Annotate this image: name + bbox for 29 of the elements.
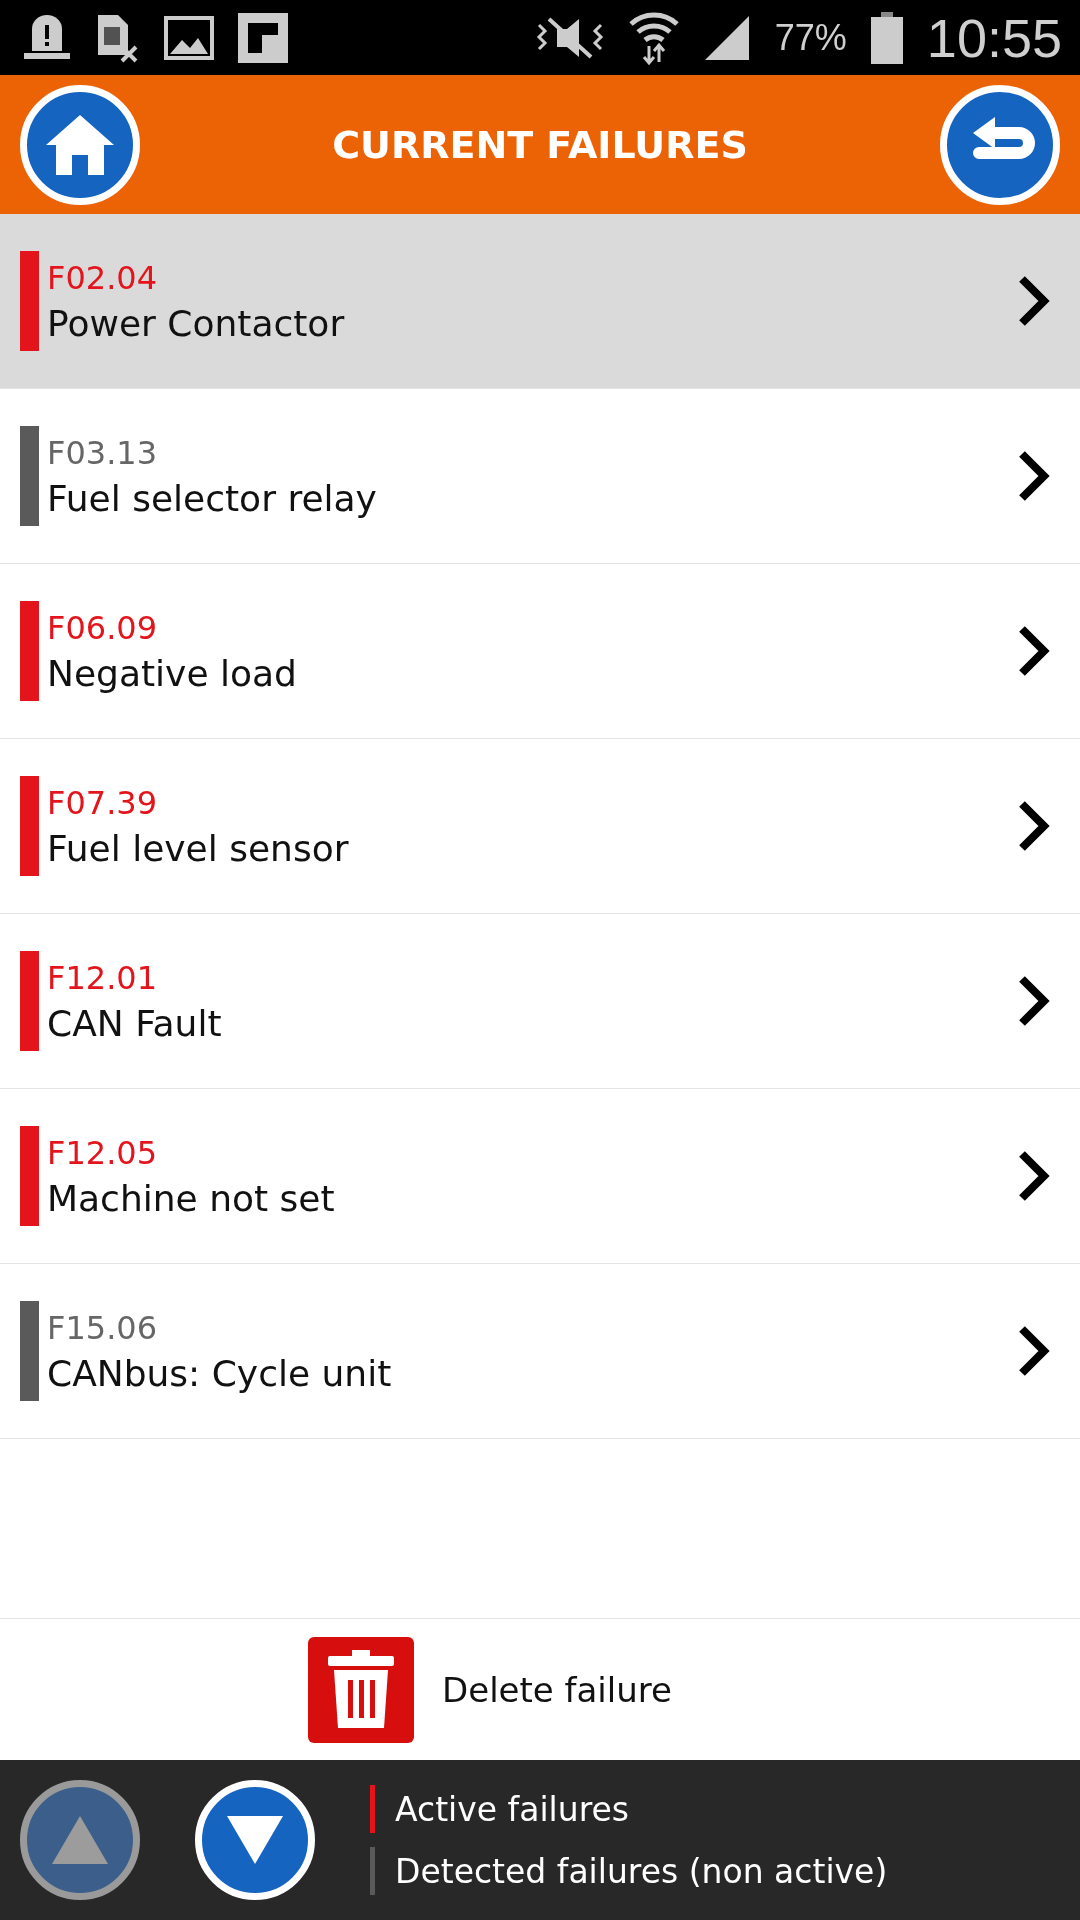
delete-button[interactable] xyxy=(308,1636,415,1743)
failure-name: Power Contactor xyxy=(47,302,346,344)
battery-icon xyxy=(870,11,903,64)
failure-name: CANbus: Cycle unit xyxy=(47,1352,393,1394)
trash-icon xyxy=(326,1649,397,1730)
failure-name: Fuel level sensor xyxy=(47,827,350,869)
battery-percent: 77% xyxy=(774,16,847,59)
screen-title: CURRENT FAILURES xyxy=(332,122,748,167)
failure-code: F07.39 xyxy=(47,783,158,822)
failure-code: F03.13 xyxy=(47,433,158,472)
clock: 10:55 xyxy=(926,6,1062,69)
failure-code: F12.05 xyxy=(47,1133,158,1172)
legend-label: Detected failures (non active) xyxy=(395,1851,888,1891)
failure-row[interactable]: F02.04 Power Contactor xyxy=(0,214,1080,389)
delete-label: Delete failure xyxy=(442,1669,672,1710)
image-icon xyxy=(164,15,214,60)
failure-code: F12.01 xyxy=(47,958,158,997)
alert-light-icon xyxy=(22,14,72,61)
sim-card-icon xyxy=(96,12,140,63)
failure-name: CAN Fault xyxy=(47,1002,223,1044)
home-icon xyxy=(44,112,116,177)
failure-code: F06.09 xyxy=(47,608,158,647)
failure-name: Fuel selector relay xyxy=(47,477,378,519)
failure-code: F02.04 xyxy=(47,258,158,297)
failure-code: F15.06 xyxy=(47,1308,158,1347)
failure-name: Negative load xyxy=(47,652,298,694)
app-icon xyxy=(238,12,288,63)
failure-name: Machine not set xyxy=(47,1177,336,1219)
legend-label: Active failures xyxy=(395,1789,629,1829)
